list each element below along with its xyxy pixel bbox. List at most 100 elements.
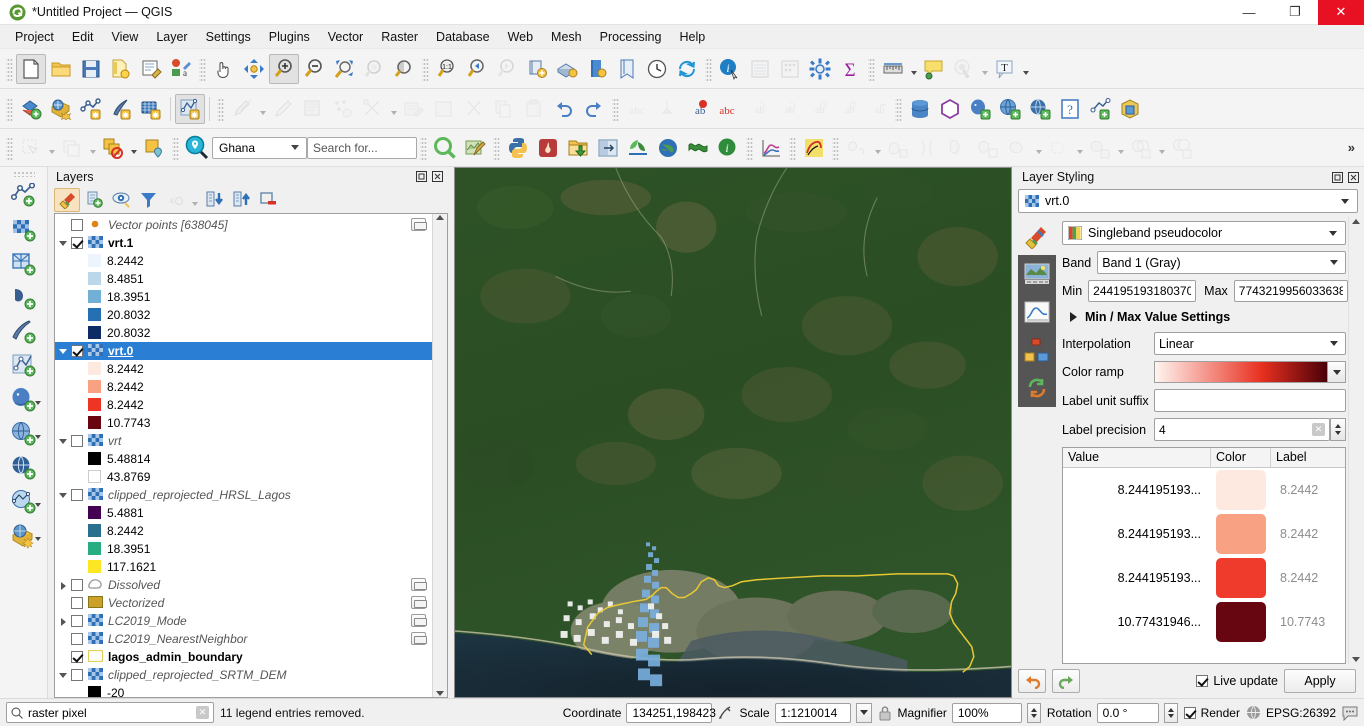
live-update-checkbox[interactable]: [1196, 675, 1209, 687]
toolbar-grip[interactable]: [705, 56, 712, 81]
legend-item[interactable]: 8.2442: [55, 396, 432, 414]
geocoder-pin-button[interactable]: [182, 133, 212, 163]
data-source-manager-button[interactable]: [46, 94, 76, 124]
geometry-tool-5-button[interactable]: [973, 133, 1003, 163]
db-manager-button[interactable]: [905, 94, 935, 124]
close-panel-icon[interactable]: [431, 170, 444, 183]
geometry-tool-9-button[interactable]: [1126, 133, 1156, 163]
menu-item-processing[interactable]: Processing: [591, 27, 671, 47]
add-raster-layer-button[interactable]: [136, 94, 166, 124]
text-annotation-button[interactable]: T: [990, 54, 1020, 84]
legend-item[interactable]: 18.3951: [55, 540, 432, 558]
geopackage-button[interactable]: [935, 94, 965, 124]
expander-toggle-icon[interactable]: [55, 434, 71, 448]
new-project-button[interactable]: [16, 53, 46, 84]
quickmapservices-button[interactable]: [683, 133, 713, 163]
new-map-view-button[interactable]: [522, 54, 552, 84]
rotate-label-button[interactable]: ab: [772, 94, 802, 124]
color-ramp-preview[interactable]: [1154, 361, 1329, 383]
layer-visibility-checkbox[interactable]: [71, 632, 83, 645]
manage-map-themes-button[interactable]: [108, 188, 134, 212]
live-update-toggle[interactable]: Live update: [1196, 674, 1278, 688]
add-virtual-layer-button[interactable]: [175, 93, 205, 124]
layer-indicator-button[interactable]: [411, 218, 427, 232]
pin-labels-button[interactable]: [652, 94, 682, 124]
add-wfs-layer-rail-button[interactable]: [7, 485, 41, 519]
select-location-button[interactable]: [139, 133, 169, 163]
crs-group[interactable]: EPSG:26392: [1246, 705, 1336, 720]
statistical-summary-button[interactable]: Σ: [835, 54, 865, 84]
move-label-button[interactable]: ab: [742, 94, 772, 124]
undo-redo-history-tab[interactable]: [1018, 369, 1056, 407]
legend-item[interactable]: -20: [55, 684, 432, 697]
geometry-tool-2-button[interactable]: [883, 133, 913, 163]
toolbar-grip[interactable]: [746, 135, 753, 160]
expander-toggle-icon[interactable]: [55, 488, 71, 502]
layer-row[interactable]: Vectorized: [55, 594, 432, 612]
layer-indicator-button[interactable]: [411, 632, 427, 646]
layer-visibility-checkbox[interactable]: [71, 614, 83, 627]
firewall-plugin-button[interactable]: [533, 133, 563, 163]
zoom-full-button[interactable]: [329, 54, 359, 84]
menu-item-settings[interactable]: Settings: [197, 27, 260, 47]
add-postgis-layer-button[interactable]: [965, 94, 995, 124]
geometry-tool-8-button[interactable]: [1085, 133, 1115, 163]
clear-icon[interactable]: ✕: [196, 706, 209, 719]
geometry-tool-6-button[interactable]: [1003, 133, 1033, 163]
vertex-tool-button[interactable]: [358, 94, 388, 124]
legend-item[interactable]: 8.2442: [55, 252, 432, 270]
ramp-color-swatch[interactable]: [1216, 470, 1266, 510]
layer-indicator-button[interactable]: [411, 614, 427, 628]
menu-item-help[interactable]: Help: [670, 27, 714, 47]
label-toggle-button[interactable]: abc: [622, 94, 652, 124]
layer-indicator-button[interactable]: [411, 596, 427, 610]
coordinate-capture-icon[interactable]: [717, 705, 733, 721]
add-virtual-layer-rail-button[interactable]: [7, 349, 41, 383]
measure-dropdown-caret[interactable]: [908, 55, 919, 83]
expander-toggle-icon[interactable]: [55, 578, 71, 592]
plugin-manager-button[interactable]: [1085, 94, 1115, 124]
add-vector-layer-button[interactable]: [76, 94, 106, 124]
select-dropdown-caret[interactable]: [46, 134, 57, 162]
magnifier-input[interactable]: 100%: [951, 702, 1022, 723]
legend-item[interactable]: 8.4851: [55, 270, 432, 288]
menu-item-edit[interactable]: Edit: [63, 27, 103, 47]
save-project-as-button[interactable]: [106, 54, 136, 84]
menu-item-database[interactable]: Database: [427, 27, 499, 47]
refresh-button[interactable]: [672, 54, 702, 84]
layer-visibility-checkbox[interactable]: [71, 344, 83, 357]
menu-item-layer[interactable]: Layer: [147, 27, 196, 47]
color-ramp-table-row[interactable]: 8.244195193... 8.2442: [1063, 512, 1345, 556]
menu-item-raster[interactable]: Raster: [372, 27, 427, 47]
layer-selector-combo[interactable]: vrt.0: [1018, 189, 1358, 213]
scale-input[interactable]: 1:1210014: [774, 702, 851, 723]
select-features-button[interactable]: [16, 133, 46, 163]
layers-tree[interactable]: Vector points [638045] vrt.1 8.2442 8.4851 1…: [54, 212, 448, 698]
new-print-layout-2-button[interactable]: [582, 54, 612, 84]
toolbar-grip[interactable]: [832, 135, 839, 160]
minimize-button[interactable]: —: [1226, 0, 1272, 25]
layer-visibility-checkbox[interactable]: [71, 578, 83, 591]
filter-expression-dropdown-caret[interactable]: [189, 186, 200, 214]
layer-row[interactable]: LC2019_Mode: [55, 612, 432, 630]
legend-item[interactable]: 8.2442: [55, 522, 432, 540]
rotation-input[interactable]: 0.0 °: [1096, 702, 1159, 723]
filter-legend-by-expression-button[interactable]: ε: [162, 188, 188, 212]
georeferencer-button[interactable]: [460, 133, 490, 163]
layer-visibility-checkbox[interactable]: [71, 650, 83, 663]
geometry-tool-1-button[interactable]: [842, 133, 872, 163]
menu-item-mesh[interactable]: Mesh: [542, 27, 591, 47]
render-toggle[interactable]: Render: [1183, 706, 1240, 720]
close-panel-icon[interactable]: [1347, 171, 1360, 184]
add-wcs-layer-rail-button[interactable]: [7, 451, 41, 485]
ramp-color-swatch[interactable]: [1216, 602, 1266, 642]
add-point-feature-button[interactable]: [328, 94, 358, 124]
remove-layer-button[interactable]: [255, 188, 281, 212]
toolbar-grip[interactable]: [422, 56, 429, 81]
add-layer-button[interactable]: [16, 94, 46, 124]
filter-legend-button[interactable]: [135, 188, 161, 212]
new-3d-map-view-button[interactable]: [552, 54, 582, 84]
vertex-dropdown-caret[interactable]: [388, 95, 399, 123]
color-ramp-table-row[interactable]: 8.244195193... 8.2442: [1063, 556, 1345, 600]
map-tips-button[interactable]: [919, 54, 949, 84]
